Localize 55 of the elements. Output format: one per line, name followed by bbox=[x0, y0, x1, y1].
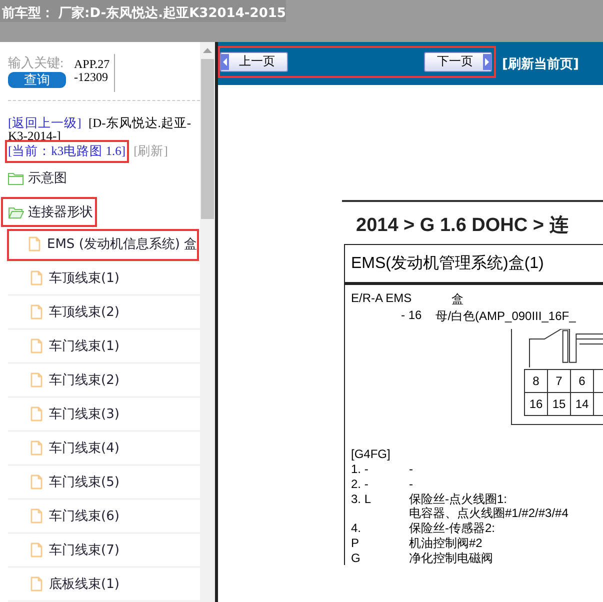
pin-description: 机油控制阀#2 bbox=[409, 536, 482, 550]
search-field[interactable]: APP.27-12309 bbox=[74, 54, 115, 92]
breadcrumb-text: [返回上一级] [D-东风悦达.起亚-K3-2014-] bbox=[7, 117, 192, 143]
document-heading: 2014 > G 1.6 DOHC > 连 bbox=[355, 214, 570, 238]
document-icon bbox=[30, 406, 43, 422]
pin-description: 保险丝-点火线圈1: bbox=[409, 492, 508, 506]
pin-label: P bbox=[351, 536, 360, 550]
scroll-thumb[interactable] bbox=[201, 59, 214, 219]
engine-code: [G4FG] bbox=[351, 447, 392, 461]
document-icon bbox=[30, 508, 43, 524]
pin-number: 15 bbox=[548, 393, 571, 415]
document-icon bbox=[30, 576, 43, 592]
pin-description: - bbox=[409, 477, 413, 491]
document-icon bbox=[30, 542, 43, 558]
pin-description: 净化控制电磁阀 bbox=[409, 551, 493, 565]
document-icon bbox=[30, 474, 43, 490]
pin-count: - 16 bbox=[401, 308, 422, 324]
tree-item[interactable]: EMS (发动机信息系统) 盒 bbox=[6, 228, 200, 262]
back-link[interactable]: [返回上一级] bbox=[8, 116, 82, 130]
pin-number: 16 bbox=[525, 393, 548, 415]
previous-page-button[interactable]: 上一页 bbox=[220, 52, 288, 72]
document-icon bbox=[30, 304, 43, 320]
pin-label: 4. bbox=[351, 521, 362, 535]
document-icon bbox=[28, 236, 41, 252]
folder-icon bbox=[8, 172, 24, 184]
pin-description: 电容器、点火线圈#1/#2/#3/#4 bbox=[409, 506, 568, 520]
scrollbar[interactable] bbox=[200, 42, 215, 602]
search-button[interactable]: 查询 bbox=[8, 72, 66, 88]
pin-description: 保险丝-传感器2: bbox=[409, 521, 496, 535]
pin-number: 14 bbox=[571, 393, 594, 415]
current-link[interactable]: [当前：k3电路图 1.6] bbox=[8, 143, 126, 160]
next-page-button[interactable]: 下一页 bbox=[424, 52, 492, 72]
pin-number: 8 bbox=[525, 370, 548, 393]
open-folder-icon bbox=[8, 206, 24, 218]
connector-type: 盒 bbox=[452, 291, 464, 308]
tree-folder[interactable]: 示意图 bbox=[0, 162, 200, 194]
connector-description: 母/白色(AMP_090III_16F_ bbox=[436, 308, 576, 325]
pin-label: G bbox=[351, 551, 362, 565]
document-icon bbox=[30, 338, 43, 354]
connector-title: EMS(发动机管理系统)盒(1) bbox=[345, 245, 603, 285]
pin-label: 2. - bbox=[351, 477, 370, 491]
document-icon bbox=[30, 372, 43, 388]
document-icon bbox=[30, 440, 43, 456]
pin-label: 1. - bbox=[351, 462, 370, 476]
refresh-page-link[interactable]: [刷新当前页] bbox=[502, 54, 579, 72]
search-label: 输入关键: bbox=[8, 54, 65, 72]
tree-folder[interactable]: 连接器形状 bbox=[0, 196, 98, 228]
pin-number: 7 bbox=[548, 370, 571, 393]
pin-label: 3. L bbox=[351, 492, 372, 508]
document-icon bbox=[30, 270, 43, 286]
pin-number: 6 bbox=[571, 370, 594, 393]
pin-description: - bbox=[409, 462, 413, 476]
connector-name: E/R-A EMS bbox=[351, 291, 412, 307]
scroll-up-icon[interactable] bbox=[203, 48, 212, 53]
window-title: 前车型： 厂家:D-东风悦达.起亚K32014-2015 bbox=[0, 0, 286, 22]
